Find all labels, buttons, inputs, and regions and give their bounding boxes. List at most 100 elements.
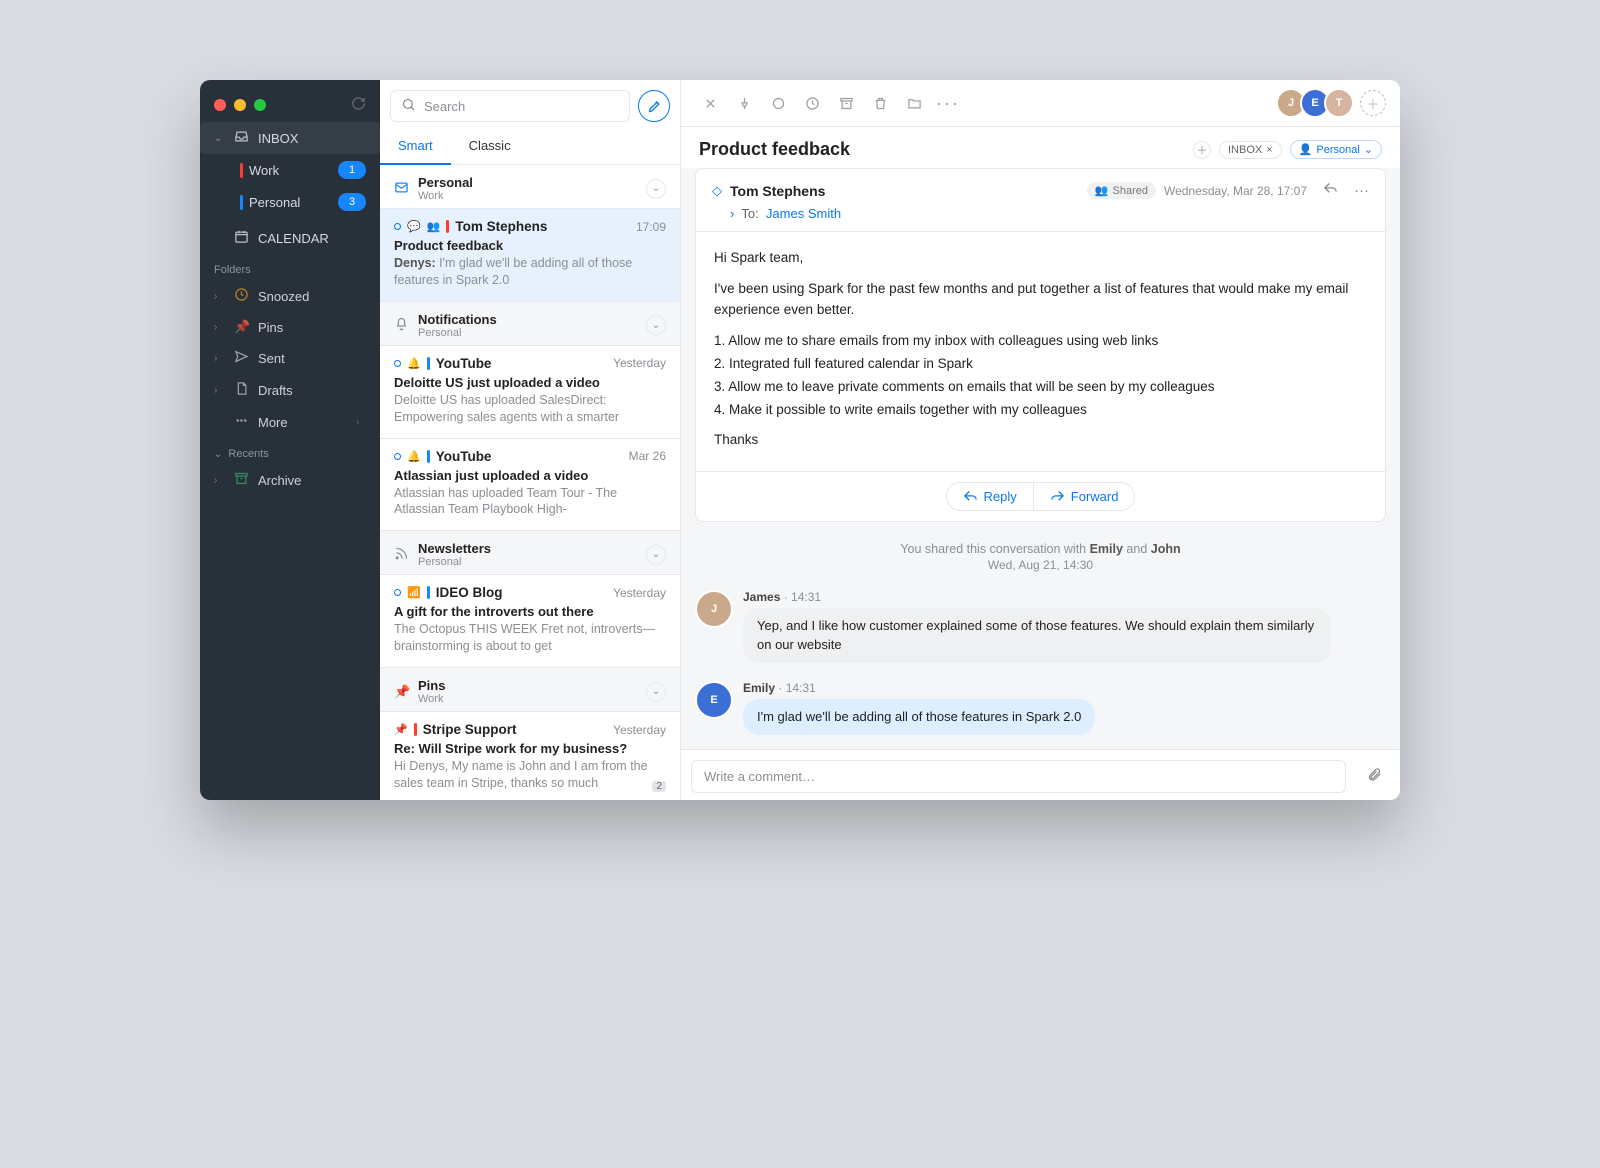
group-header-notifications[interactable]: Notifications Personal ⌄ [380,302,680,346]
nav-sent[interactable]: › Sent [200,342,380,374]
delete-button[interactable] [865,88,895,118]
group-header-pins[interactable]: 📌 Pins Work ⌄ [380,668,680,712]
account-chip[interactable]: 👤Personal⌄ [1290,140,1382,159]
attach-button[interactable] [1356,767,1400,785]
nav-archive-label: Archive [258,473,366,488]
bell-icon: 🔔 [407,357,421,370]
chevron-right-icon: › [356,417,366,428]
group-title: Personal [418,175,636,190]
shared-icon: 👥 [1095,184,1109,197]
collapse-icon[interactable]: ⌄ [646,682,666,702]
comment-item: E Emily · 14:31 I'm glad we'll be adding… [681,677,1400,749]
group-header-personal[interactable]: Personal Work ⌄ [380,165,680,209]
avatar[interactable]: T [1324,88,1354,118]
message-item[interactable]: 🔔 YouTube Mar 26 Atlassian just uploaded… [380,439,680,532]
nav-drafts[interactable]: › Drafts [200,374,380,406]
read-indicator [394,453,401,460]
group-subtitle: Personal [418,556,636,568]
sync-icon [351,96,366,114]
thread-subject-row: Product feedback ＋ INBOX× 👤Personal⌄ [681,127,1400,168]
message-subject: Product feedback [394,238,666,253]
label-chip-inbox[interactable]: INBOX× [1219,141,1282,159]
nav-inbox-work[interactable]: Work 1 [200,154,380,186]
thread-icon: 💬 [407,220,421,233]
nav-inbox-work-label: Work [249,163,328,178]
nav-archive[interactable]: › Archive [200,464,380,496]
tab-smart[interactable]: Smart [380,130,451,165]
message-scroll[interactable]: Personal Work ⌄ 💬 👥 Tom Stephens 17:09 P… [380,165,680,800]
add-label-button[interactable]: ＋ [1193,141,1211,159]
archive-icon [234,471,248,489]
message-item[interactable]: 🔔 YouTube Yesterday Deloitte US just upl… [380,346,680,439]
folders-header: Folders [200,254,380,280]
archive-button[interactable] [831,88,861,118]
add-participant-button[interactable]: ＋ [1360,90,1386,116]
message-item[interactable]: 📶 IDEO Blog Yesterday A gift for the int… [380,575,680,668]
reply-button[interactable]: Reply [947,483,1033,510]
account-color-bar [446,220,449,233]
search-placeholder: Search [424,99,465,114]
pin-button[interactable] [729,88,759,118]
comment-text: I'm glad we'll be adding all of those fe… [743,699,1095,735]
nav-pins[interactable]: › 📌 Pins [200,312,380,342]
message-preview: Deloitte US has uploaded SalesDirect: Em… [394,392,666,426]
avatar: E [695,681,733,719]
chevron-right-icon: › [214,475,224,486]
maximize-window-button[interactable] [254,99,266,111]
move-button[interactable] [899,88,929,118]
collapse-icon[interactable]: ⌄ [646,179,666,199]
mark-read-button[interactable] [763,88,793,118]
nav-snoozed[interactable]: › Snoozed [200,280,380,312]
comment-input[interactable]: Write a comment… [691,760,1346,793]
minimize-window-button[interactable] [234,99,246,111]
thread-subject: Product feedback [699,139,1185,160]
pin-icon: 📌 [394,684,408,700]
message-time: Yesterday [613,723,666,737]
recents-header: ⌄Recents [200,438,380,464]
list-tabs: Smart Classic [380,130,680,165]
nav-inbox-personal[interactable]: Personal 3 [200,186,380,218]
message-item[interactable]: 📌 Stripe Support Yesterday Re: Will Stri… [380,712,680,800]
close-window-button[interactable] [214,99,226,111]
rss-icon: 📶 [407,586,421,599]
message-item[interactable]: 💬 👥 Tom Stephens 17:09 Product feedback … [380,209,680,302]
nav-calendar-label: CALENDAR [258,231,366,246]
collapse-icon[interactable]: ⌄ [646,545,666,565]
list-header: Search [380,80,680,130]
nav-inbox[interactable]: ⌄ INBOX [200,122,380,154]
collapse-icon[interactable]: ⌄ [646,315,666,335]
message-from: IDEO Blog [436,585,607,600]
nav-calendar[interactable]: CALENDAR [200,222,380,254]
unread-badge: 1 [338,161,366,179]
send-icon [234,349,248,367]
compose-button[interactable] [638,90,670,122]
email-actions: Reply Forward [696,471,1385,521]
close-button[interactable] [695,88,725,118]
unread-indicator-icon: ◇ [712,183,722,199]
nav-more[interactable]: More › [200,406,380,438]
reading-pane: ··· J E T ＋ Product feedback ＋ INBOX× 👤P… [681,80,1400,800]
share-time: Wed, Aug 21, 14:30 [681,558,1400,572]
read-indicator [394,223,401,230]
quick-reply-button[interactable] [1323,181,1338,200]
email-to-row[interactable]: › To: James Smith [696,204,1385,232]
group-header-newsletters[interactable]: Newsletters Personal ⌄ [380,531,680,575]
nav-more-label: More [258,415,346,430]
tab-classic[interactable]: Classic [451,130,529,164]
chevron-right-icon: › [214,291,224,302]
account-color-bar [427,586,430,599]
thread-toolbar: ··· J E T ＋ [681,80,1400,127]
message-preview: Hi Denys, My name is John and I am from … [394,758,666,792]
more-button[interactable]: ··· [933,88,963,118]
app-window: ⌄ INBOX Work 1 Personal 3 CALENDAR Folde… [200,80,1400,800]
to-label: To: [741,206,758,221]
more-button[interactable]: ··· [1354,182,1369,199]
message-from: Stripe Support [423,722,607,737]
snooze-button[interactable] [797,88,827,118]
account-color-bar [240,195,243,210]
forward-button[interactable]: Forward [1033,483,1135,510]
bell-icon [394,316,408,334]
nav-sent-label: Sent [258,351,366,366]
search-input[interactable]: Search [390,90,630,122]
pin-icon: 📌 [234,319,248,335]
